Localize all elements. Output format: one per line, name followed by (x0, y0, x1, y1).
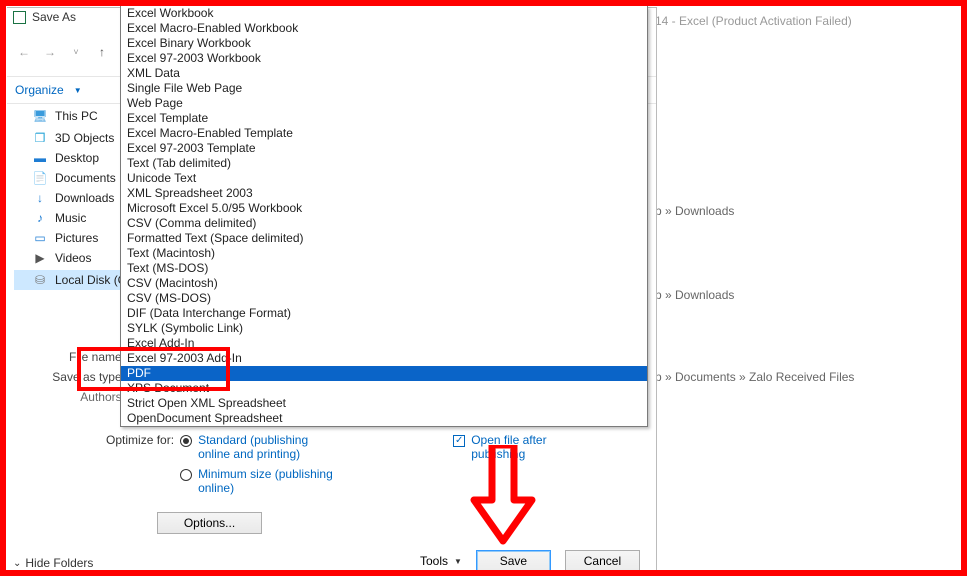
excel-window-title: 14 - Excel (Product Activation Failed) (655, 14, 852, 28)
optimize-for-label: Optimize for: (91, 433, 180, 495)
save-as-type-dropdown[interactable]: Excel WorkbookExcel Macro-Enabled Workbo… (120, 6, 648, 427)
open-after-label: Open file after publishing (471, 433, 571, 461)
cancel-button[interactable]: Cancel (565, 550, 640, 572)
tree-item-label: Music (55, 211, 86, 225)
nav-recent-icon[interactable]: ˅ (67, 47, 85, 57)
filetype-option[interactable]: Excel Workbook (121, 6, 647, 21)
filetype-option[interactable]: Excel 97-2003 Add-In (121, 351, 647, 366)
filetype-option[interactable]: Text (Macintosh) (121, 246, 647, 261)
filetype-option[interactable]: Single File Web Page (121, 81, 647, 96)
dialog-title-text: Save As (32, 10, 76, 24)
nav-up-icon[interactable]: ↑ (93, 45, 111, 59)
filetype-option[interactable]: Text (MS-DOS) (121, 261, 647, 276)
tools-dropdown-icon[interactable]: ▼ (454, 557, 462, 566)
bg-path-3: p » Documents » Zalo Received Files (655, 370, 854, 384)
filetype-option[interactable]: Excel Macro-Enabled Workbook (121, 21, 647, 36)
tree-item-label: Videos (55, 251, 91, 265)
organize-menu[interactable]: Organize (15, 83, 64, 97)
tree-item-label: Desktop (55, 151, 99, 165)
folder-icon: ▭ (32, 231, 48, 245)
file-name-label: File name: (45, 350, 125, 364)
filetype-option[interactable]: Formatted Text (Space delimited) (121, 231, 647, 246)
optimize-minimum-option[interactable]: Minimum size (publishing online) (180, 467, 343, 495)
folder-icon: 🖥 (32, 109, 48, 123)
filetype-option[interactable]: OpenDocument Spreadsheet (121, 411, 647, 426)
filetype-option[interactable]: Text (Tab delimited) (121, 156, 647, 171)
excel-icon (13, 11, 26, 24)
optimize-options: Optimize for: Standard (publishing onlin… (91, 433, 651, 495)
filetype-option[interactable]: Excel Add-In (121, 336, 647, 351)
filetype-option[interactable]: SYLK (Symbolic Link) (121, 321, 647, 336)
save-button[interactable]: Save (476, 550, 551, 572)
filetype-option[interactable]: Excel Binary Workbook (121, 36, 647, 51)
optimize-minimum-label: Minimum size (publishing online) (198, 467, 338, 495)
folder-icon: ▶ (32, 251, 48, 265)
hide-folders-label: Hide Folders (25, 556, 93, 570)
tree-item-label: Local Disk (C: (55, 273, 130, 287)
chevron-down-icon: ⌄ (13, 558, 21, 569)
save-as-type-label: Save as type: (45, 370, 125, 384)
filetype-option[interactable]: Excel Macro-Enabled Template (121, 126, 647, 141)
filetype-option[interactable]: Microsoft Excel 5.0/95 Workbook (121, 201, 647, 216)
filetype-option[interactable]: XML Spreadsheet 2003 (121, 186, 647, 201)
hide-folders-toggle[interactable]: ⌄ Hide Folders (13, 556, 93, 570)
filetype-option[interactable]: CSV (MS-DOS) (121, 291, 647, 306)
filetype-option[interactable]: Excel 97-2003 Template (121, 141, 647, 156)
filetype-option[interactable]: XML Data (121, 66, 647, 81)
folder-icon: 📄 (32, 171, 48, 185)
nav-forward-icon[interactable]: → (41, 45, 59, 59)
filetype-option[interactable]: XPS Document (121, 381, 647, 396)
save-as-dialog: Save As ← → ˅ ↑ ⬇ Organize ▼ Ne 🖥This PC… (7, 7, 657, 571)
radio-minimum-icon[interactable] (180, 469, 192, 481)
options-button[interactable]: Options... (157, 512, 262, 534)
filetype-option[interactable]: Unicode Text (121, 171, 647, 186)
open-after-option[interactable]: Open file after publishing (453, 433, 651, 461)
radio-standard-icon[interactable] (180, 435, 192, 447)
filetype-option[interactable]: PDF (121, 366, 647, 381)
folder-icon: ▬ (32, 151, 48, 165)
filetype-option[interactable]: Web Page (121, 96, 647, 111)
organize-dropdown-icon[interactable]: ▼ (74, 86, 82, 95)
folder-icon: ❒ (32, 131, 48, 145)
bg-path-2: p » Downloads (655, 288, 734, 302)
tree-item-label: 3D Objects (55, 131, 114, 145)
tools-menu[interactable]: Tools (420, 554, 448, 568)
checkbox-open-after-icon[interactable] (453, 435, 465, 447)
folder-icon: ⛁ (32, 273, 48, 287)
folder-icon: ♪ (32, 211, 48, 225)
bg-path-1: p » Downloads (655, 204, 734, 218)
nav-back-icon[interactable]: ← (15, 45, 33, 59)
filetype-option[interactable]: Excel Template (121, 111, 647, 126)
folder-icon: ↓ (32, 191, 48, 205)
filetype-option[interactable]: DIF (Data Interchange Format) (121, 306, 647, 321)
filetype-option[interactable]: CSV (Macintosh) (121, 276, 647, 291)
optimize-standard-option[interactable]: Standard (publishing online and printing… (180, 433, 343, 461)
dialog-bottom-row: Tools ▼ Save Cancel (420, 550, 640, 572)
tree-item-label: Pictures (55, 231, 98, 245)
filetype-option[interactable]: Strict Open XML Spreadsheet (121, 396, 647, 411)
tree-item-label: This PC (55, 109, 98, 123)
authors-label: Authors: (45, 390, 125, 404)
optimize-standard-label: Standard (publishing online and printing… (198, 433, 338, 461)
tree-item-label: Downloads (55, 191, 114, 205)
filetype-option[interactable]: CSV (Comma delimited) (121, 216, 647, 231)
filetype-option[interactable]: Excel 97-2003 Workbook (121, 51, 647, 66)
tree-item-label: Documents (55, 171, 116, 185)
